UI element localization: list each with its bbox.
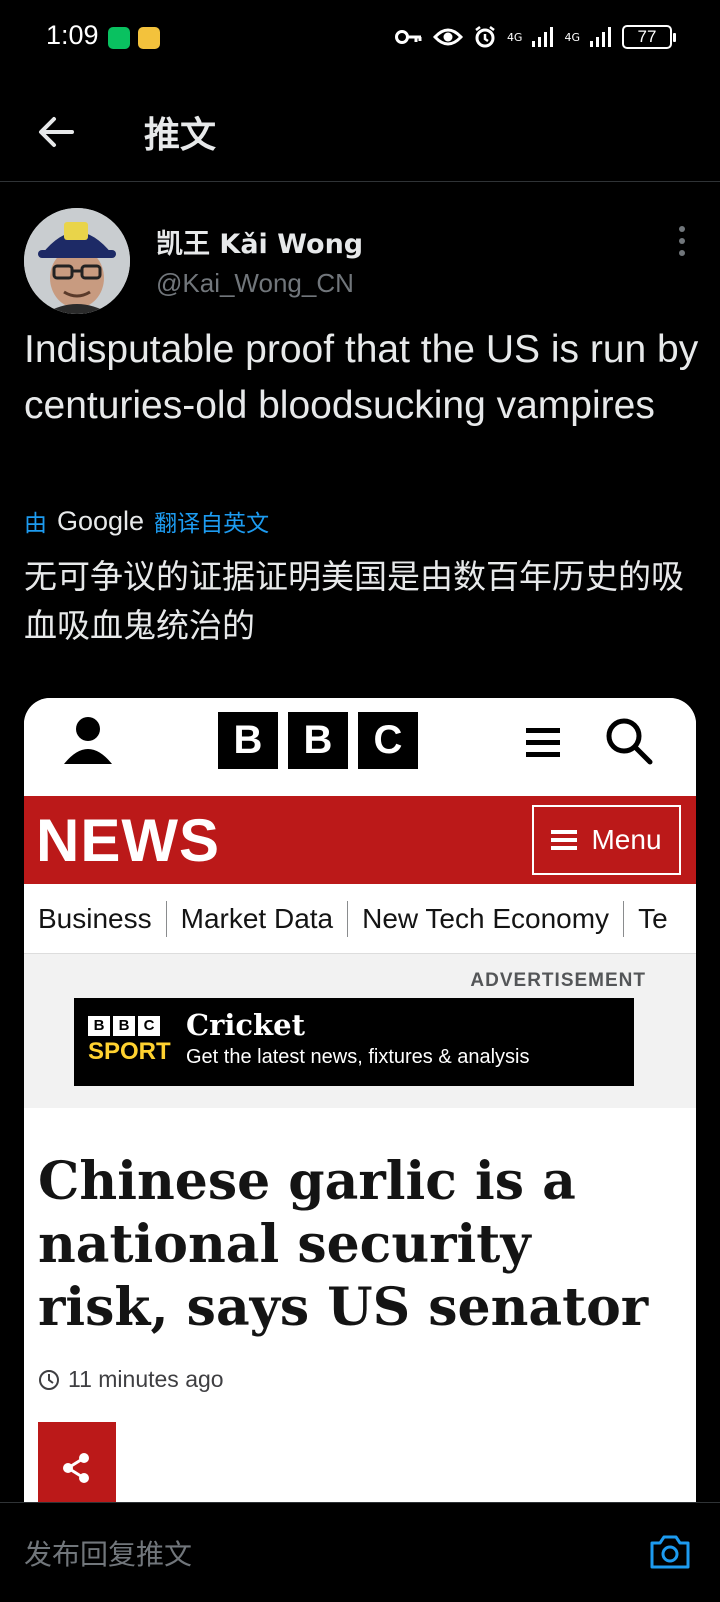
share-button [38,1422,116,1502]
alarm-icon [475,26,495,48]
key-icon [394,30,422,44]
bbc-logo-letter: C [358,712,418,769]
wechat-icon [108,27,130,49]
signal-2-label: 4G [564,30,580,44]
signal-2-icon [590,27,611,47]
sub-nav-item-business: Business [24,900,167,953]
bbc-logo-letter: B [218,712,278,769]
more-vertical-icon[interactable] [672,224,692,258]
translated-tweet-text: 无可争议的证据证明美国是由数百年历史的吸血吸血鬼统治的 [24,557,684,645]
sub-nav: Business Market Data New Tech Economy Te [24,884,696,954]
translation-attribution[interactable]: 由 Google 翻译自英文 [24,504,269,538]
sub-nav-item-truncated: Te [638,902,668,934]
reply-input[interactable]: 发布回复推文 [24,1533,192,1573]
menu-icon [551,830,578,850]
news-wordmark: NEWS [36,807,220,874]
clock-icon [39,1369,59,1390]
advertisement-label: ADVERTISEMENT [470,970,646,991]
author-handle[interactable]: @Kai_Wong_CN [156,268,354,299]
translate-prefix: 由 [24,511,47,537]
battery-indicator: 77 [622,25,676,49]
news-bar: NEWS Menu [24,796,696,884]
share-icon [63,1453,89,1483]
status-bar: 1:09 4G 4G 77 [0,0,720,76]
author-name[interactable]: 凯王 Kǎi Wong [156,222,363,261]
back-arrow-icon[interactable] [34,110,78,154]
sub-nav-item-new-tech-economy: New Tech Economy [348,900,625,937]
bbc-logo-letter: B [288,712,348,769]
advertisement-area: ADVERTISEMENT B B C SPORT Cricket Get th… [24,954,696,1108]
ad-subtitle: Get the latest news, fixtures & analysis [186,1046,530,1068]
timestamp-text: 11 minutes ago [68,1366,224,1392]
user-icon [64,717,112,764]
reply-bar: 发布回复推文 [0,1502,720,1602]
bbc-logo: B B C [218,712,418,769]
sport-logo-letter: B [113,1016,135,1036]
sport-logo-letter: B [88,1016,110,1036]
article-headline: Chinese garlic is a national security ri… [38,1151,649,1338]
menu-button: Menu [532,805,681,875]
article-timestamp: 11 minutes ago [38,1366,224,1393]
status-icons: 4G 4G 77 [394,22,676,52]
menu-label: Menu [591,824,662,855]
status-time: 1:09 [46,20,99,50]
google-logo: Google [57,505,145,536]
eye-icon [432,28,463,46]
signal-1-label: 4G [506,30,523,44]
translate-suffix: 翻译自英文 [154,511,270,537]
sport-wordmark: SPORT [88,1038,171,1065]
camera-icon[interactable] [648,1531,692,1571]
bbc-sport-logo: B B C SPORT [88,1016,171,1068]
notification-app-icon [138,27,160,49]
sub-nav-item-market-data: Market Data [167,900,349,937]
top-app-bar: 推文 [0,86,720,182]
page-title: 推文 [144,115,217,156]
sport-logo-letter: C [138,1016,160,1036]
tweet-media-image[interactable]: B B C NEWS Menu Business Market Data New… [24,698,696,1502]
hamburger-icon [526,728,560,757]
bbc-header: B B C [24,698,696,796]
tweet-text: Indisputable proof that the US is run by… [24,328,699,427]
search-icon [606,718,653,765]
ad-title: Cricket [186,1008,305,1042]
signal-1-icon [532,27,554,47]
avatar[interactable] [24,208,130,314]
ad-banner: B B C SPORT Cricket Get the latest news,… [74,998,634,1086]
